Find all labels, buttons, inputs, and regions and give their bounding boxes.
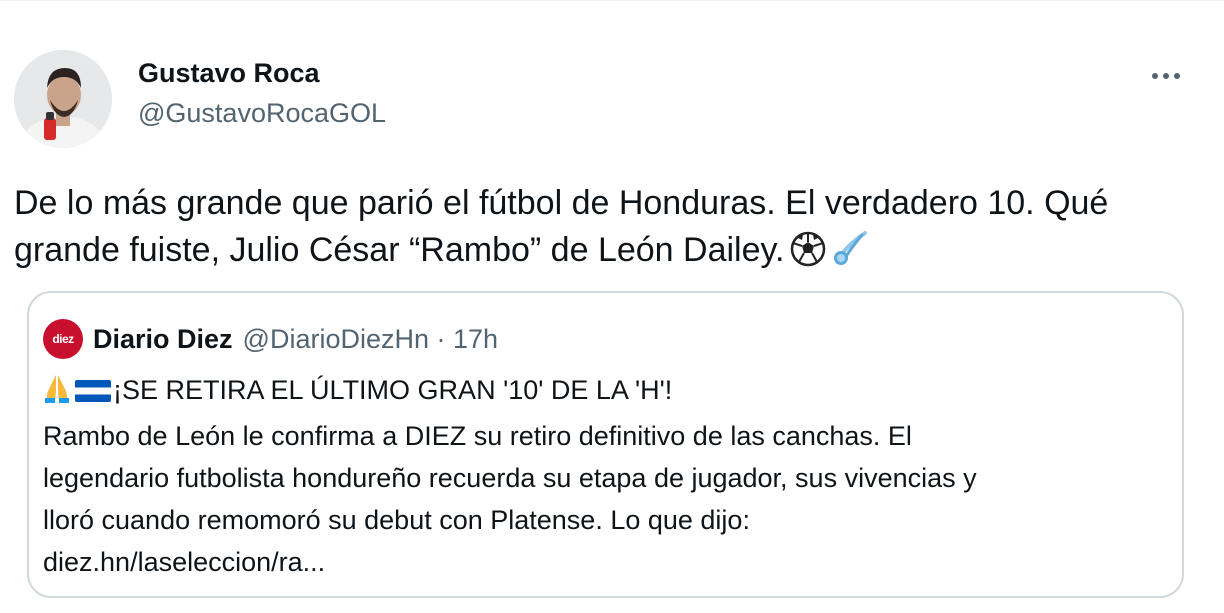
- avatar[interactable]: [14, 50, 112, 148]
- author-block: Gustavo Roca @GustavoRocaGOL: [138, 56, 386, 130]
- honduras-flag-icon: [75, 380, 111, 402]
- top-divider: [0, 0, 1224, 1]
- soccer-ball-icon: [790, 231, 826, 280]
- avatar-image: [14, 50, 112, 148]
- quoted-tweet-header: diez Diario Diez @DiarioDiezHn · 17h: [43, 319, 498, 359]
- quoted-body-line-3: lloró cuando remomoró su debut con Plate…: [43, 505, 750, 535]
- quoted-tweet-text: ¡SE RETIRA EL ÚLTIMO GRAN '10' DE LA 'H'…: [43, 369, 1173, 583]
- quoted-headline-line: ¡SE RETIRA EL ÚLTIMO GRAN '10' DE LA 'H'…: [43, 369, 1173, 415]
- tweet-text-line-2: grande fuiste, Julio César “Rambo” de Le…: [14, 227, 1194, 280]
- diario-diez-logo[interactable]: diez: [43, 319, 83, 359]
- tweet-text-line-1: De lo más grande que parió el fútbol de …: [14, 184, 1109, 222]
- folded-hands-icon: [43, 373, 71, 415]
- author-handle[interactable]: @GustavoRocaGOL: [138, 96, 386, 130]
- quoted-author-name[interactable]: Diario Diez: [93, 324, 233, 355]
- tweet-text-line-2-text: grande fuiste, Julio César “Rambo” de Le…: [14, 231, 785, 269]
- tweet-text: De lo más grande que parió el fútbol de …: [14, 180, 1194, 280]
- quoted-link[interactable]: diez.hn/laseleccion/ra...: [43, 541, 1173, 583]
- quoted-body-line-2: legendario futbolista hondureño recuerda…: [43, 463, 977, 493]
- author-name[interactable]: Gustavo Roca: [138, 56, 386, 90]
- quoted-tweet-card[interactable]: diez Diario Diez @DiarioDiezHn · 17h ¡SE…: [27, 291, 1184, 598]
- quoted-body-line-1: Rambo de León le confirma a DIEZ su reti…: [43, 421, 912, 451]
- more-icon: [1152, 73, 1180, 79]
- more-button[interactable]: [1142, 60, 1190, 92]
- comet-icon: [832, 231, 868, 280]
- quoted-headline: ¡SE RETIRA EL ÚLTIMO GRAN '10' DE LA 'H'…: [113, 375, 673, 405]
- quoted-author-meta: @DiarioDiezHn · 17h: [242, 323, 499, 354]
- tweet-page: Gustavo Roca @GustavoRocaGOL De lo más g…: [0, 0, 1224, 613]
